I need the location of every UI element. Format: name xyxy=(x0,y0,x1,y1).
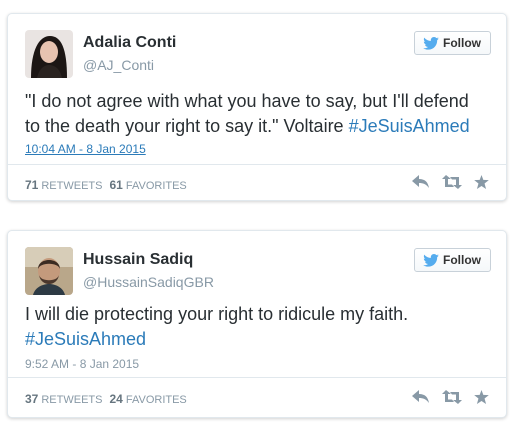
tweet-card: Adalia Conti @AJ_Conti Follow "I do not … xyxy=(7,13,507,201)
author-handle[interactable]: @AJ_Conti xyxy=(83,57,154,73)
twitter-bird-icon xyxy=(423,253,439,267)
retweet-label[interactable]: RETWEETS xyxy=(41,394,102,406)
tweet-text: I will die protecting your right to ridi… xyxy=(25,302,488,352)
avatar-image-icon xyxy=(25,247,73,295)
tweet-stats: 37 RETWEETS 24 FAVORITES xyxy=(25,392,194,406)
favorite-label[interactable]: FAVORITES xyxy=(126,180,187,192)
tweet-text: "I do not agree with what you have to sa… xyxy=(25,89,488,139)
divider xyxy=(8,164,506,165)
tweet-actions xyxy=(412,175,489,189)
favorite-count[interactable]: 61 xyxy=(109,178,122,192)
hashtag-link[interactable]: #JeSuisAhmed xyxy=(25,329,146,349)
star-icon[interactable] xyxy=(474,175,489,189)
star-icon[interactable] xyxy=(474,390,489,404)
author-name[interactable]: Hussain Sadiq xyxy=(83,251,193,269)
retweet-count[interactable]: 37 xyxy=(25,392,38,406)
follow-button[interactable]: Follow xyxy=(414,248,491,272)
twitter-bird-icon xyxy=(423,36,439,50)
avatar[interactable] xyxy=(25,247,73,295)
author-name[interactable]: Adalia Conti xyxy=(83,34,176,52)
follow-button[interactable]: Follow xyxy=(414,31,491,55)
divider xyxy=(8,377,506,378)
avatar-image-icon xyxy=(25,30,73,78)
tweet-card: Hussain Sadiq @HussainSadiqGBR Follow I … xyxy=(7,230,507,418)
retweet-icon[interactable] xyxy=(442,175,462,189)
tweet-timestamp[interactable]: 10:04 AM - 8 Jan 2015 xyxy=(25,142,146,156)
tweet-stats: 71 RETWEETS 61 FAVORITES xyxy=(25,178,194,192)
avatar[interactable] xyxy=(25,30,73,78)
follow-label: Follow xyxy=(443,36,481,50)
reply-icon[interactable] xyxy=(412,390,430,404)
tweet-timestamp[interactable]: 9:52 AM - 8 Jan 2015 xyxy=(25,357,139,371)
follow-label: Follow xyxy=(443,253,481,267)
retweet-label[interactable]: RETWEETS xyxy=(41,180,102,192)
author-handle[interactable]: @HussainSadiqGBR xyxy=(83,274,214,290)
reply-icon[interactable] xyxy=(412,175,430,189)
favorite-count[interactable]: 24 xyxy=(109,392,122,406)
favorite-label[interactable]: FAVORITES xyxy=(126,394,187,406)
retweet-icon[interactable] xyxy=(442,390,462,404)
retweet-count[interactable]: 71 xyxy=(25,178,38,192)
tweet-actions xyxy=(412,390,489,404)
hashtag-link[interactable]: #JeSuisAhmed xyxy=(349,116,470,136)
tweet-body: I will die protecting your right to ridi… xyxy=(25,304,409,324)
